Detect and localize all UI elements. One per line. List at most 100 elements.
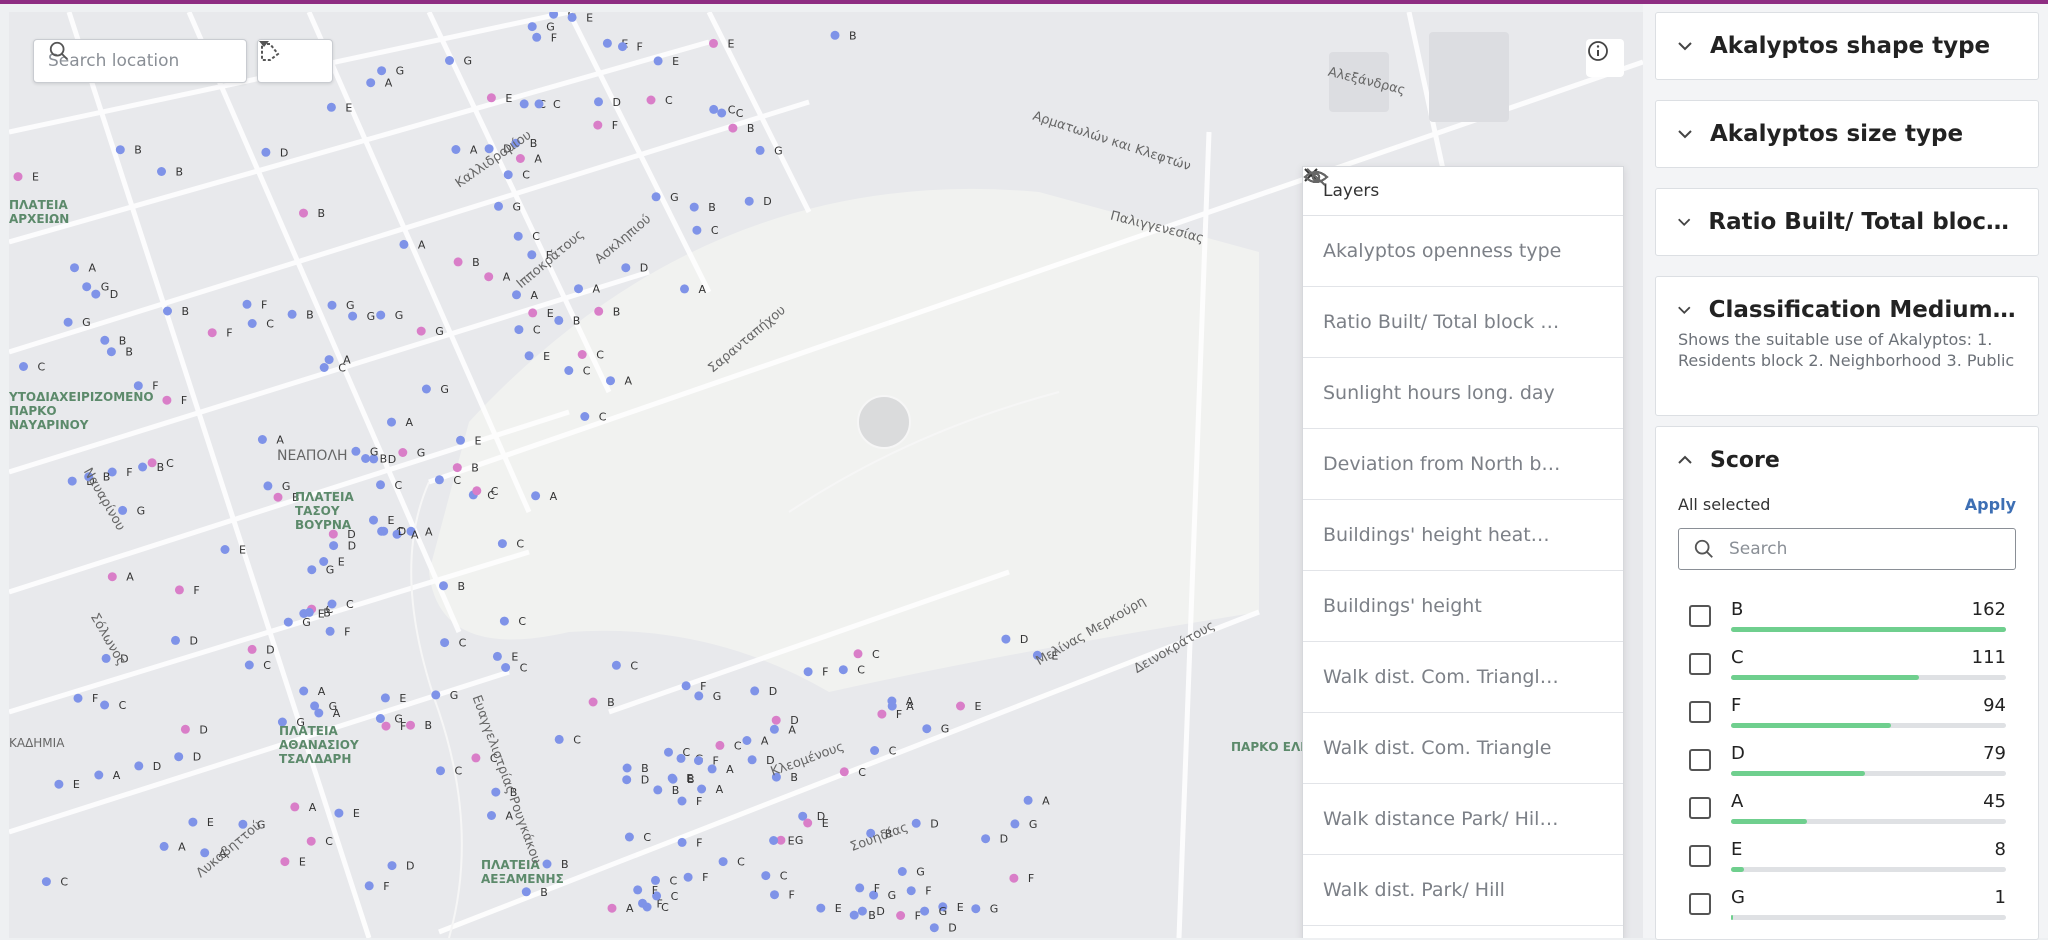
score-point[interactable] bbox=[769, 724, 779, 734]
score-point[interactable] bbox=[521, 887, 531, 897]
score-point[interactable] bbox=[283, 617, 293, 627]
score-point[interactable] bbox=[624, 832, 634, 842]
score-point[interactable] bbox=[750, 686, 760, 696]
layer-row[interactable]: Sunlight hours long. day bbox=[1303, 168, 1623, 429]
score-point[interactable] bbox=[471, 753, 481, 763]
score-point[interactable] bbox=[855, 883, 865, 893]
score-search-input[interactable]: Search bbox=[1678, 528, 2016, 570]
score-point[interactable] bbox=[171, 635, 180, 645]
apply-button[interactable]: Apply bbox=[1965, 495, 2016, 514]
layer-row[interactable]: Buildings' height heatmap bbox=[1303, 168, 1623, 571]
score-point[interactable] bbox=[971, 904, 981, 914]
score-point[interactable] bbox=[499, 616, 509, 626]
layer-row[interactable]: Buildings' height bbox=[1303, 168, 1623, 642]
score-point[interactable] bbox=[694, 691, 704, 701]
card-ratio-built[interactable]: Ratio Built/ Total block s... bbox=[1655, 188, 2039, 256]
score-point[interactable] bbox=[361, 454, 371, 463]
layer-row[interactable]: Akalyptos openness type bbox=[1303, 168, 1623, 287]
score-point[interactable] bbox=[527, 22, 537, 32]
score-point[interactable] bbox=[106, 347, 116, 357]
score-point[interactable] bbox=[334, 808, 344, 818]
score-point[interactable] bbox=[531, 491, 541, 501]
score-point[interactable] bbox=[606, 376, 615, 386]
score-point[interactable] bbox=[147, 458, 157, 468]
score-point[interactable] bbox=[527, 250, 537, 260]
score-point[interactable] bbox=[434, 475, 444, 485]
score-point[interactable] bbox=[622, 763, 632, 773]
score-point[interactable] bbox=[911, 818, 921, 828]
score-point[interactable] bbox=[497, 539, 507, 549]
score-point[interactable] bbox=[857, 906, 867, 916]
score-point[interactable] bbox=[452, 463, 462, 473]
score-point[interactable] bbox=[981, 834, 991, 844]
score-point[interactable] bbox=[376, 480, 385, 490]
score-point[interactable] bbox=[82, 282, 92, 292]
score-point[interactable] bbox=[681, 681, 691, 691]
score-point[interactable] bbox=[651, 192, 661, 202]
score-point[interactable] bbox=[1010, 819, 1020, 829]
score-point[interactable] bbox=[602, 38, 612, 48]
score-point[interactable] bbox=[503, 170, 513, 180]
score-point[interactable] bbox=[896, 911, 906, 920]
score-point[interactable] bbox=[133, 381, 143, 391]
score-point[interactable] bbox=[494, 201, 503, 211]
score-point[interactable] bbox=[514, 325, 524, 335]
score-point[interactable] bbox=[107, 572, 117, 582]
score-point[interactable] bbox=[929, 923, 939, 933]
score-point[interactable] bbox=[870, 746, 880, 755]
score-point[interactable] bbox=[319, 363, 329, 372]
score-point[interactable] bbox=[622, 775, 632, 785]
score-point[interactable] bbox=[63, 317, 73, 327]
score-point[interactable] bbox=[299, 686, 309, 696]
score-point[interactable] bbox=[431, 690, 441, 700]
score-checkbox[interactable] bbox=[1689, 893, 1711, 915]
score-point[interactable] bbox=[830, 30, 840, 40]
score-point[interactable] bbox=[453, 257, 463, 267]
layer-row[interactable]: Ratio Built/ Total block s... bbox=[1303, 168, 1623, 358]
score-point[interactable] bbox=[769, 836, 779, 845]
score-point[interactable] bbox=[580, 412, 590, 421]
score-point[interactable] bbox=[377, 66, 387, 76]
score-point[interactable] bbox=[257, 435, 267, 444]
score-point[interactable] bbox=[744, 196, 754, 206]
score-point[interactable] bbox=[689, 202, 699, 212]
score-point[interactable] bbox=[717, 108, 727, 118]
score-point[interactable] bbox=[1023, 795, 1033, 805]
score-point[interactable] bbox=[1001, 634, 1011, 644]
score-point[interactable] bbox=[607, 903, 617, 913]
score-point[interactable] bbox=[668, 774, 678, 784]
score-point[interactable] bbox=[327, 300, 337, 310]
score-point[interactable] bbox=[484, 272, 494, 282]
score-point[interactable] bbox=[159, 841, 169, 851]
score-point[interactable] bbox=[174, 752, 184, 762]
score-point[interactable] bbox=[554, 734, 564, 744]
score-point[interactable] bbox=[803, 667, 813, 677]
score-point[interactable] bbox=[13, 172, 23, 182]
score-point[interactable] bbox=[54, 779, 64, 789]
score-point[interactable] bbox=[593, 120, 603, 130]
score-point[interactable] bbox=[366, 78, 376, 88]
map-canvas[interactable]: CCGCDBGAEGCBGGCDAFFEACCCAFDDBBCBEAECCBBG… bbox=[9, 12, 1643, 938]
score-point[interactable] bbox=[290, 802, 300, 812]
score-point[interactable] bbox=[646, 95, 656, 105]
score-point[interactable] bbox=[1009, 873, 1019, 883]
score-point[interactable] bbox=[287, 309, 297, 319]
score-point[interactable] bbox=[718, 857, 728, 867]
score-point[interactable] bbox=[19, 362, 28, 371]
score-point[interactable] bbox=[803, 818, 813, 828]
score-point[interactable] bbox=[877, 709, 887, 719]
score-point[interactable] bbox=[715, 740, 725, 750]
score-point[interactable] bbox=[728, 123, 738, 133]
score-point[interactable] bbox=[280, 857, 290, 867]
score-point[interactable] bbox=[680, 284, 689, 294]
score-point[interactable] bbox=[664, 747, 673, 757]
score-point[interactable] bbox=[41, 877, 51, 887]
score-point[interactable] bbox=[100, 700, 110, 710]
score-point[interactable] bbox=[755, 145, 765, 155]
score-point[interactable] bbox=[263, 481, 273, 491]
layer-row[interactable]: Walk dist. Com. Triangle bbox=[1303, 168, 1623, 784]
score-point[interactable] bbox=[157, 167, 166, 176]
score-point[interactable] bbox=[451, 145, 461, 154]
score-point[interactable] bbox=[376, 310, 386, 320]
score-checkbox[interactable] bbox=[1689, 701, 1711, 723]
